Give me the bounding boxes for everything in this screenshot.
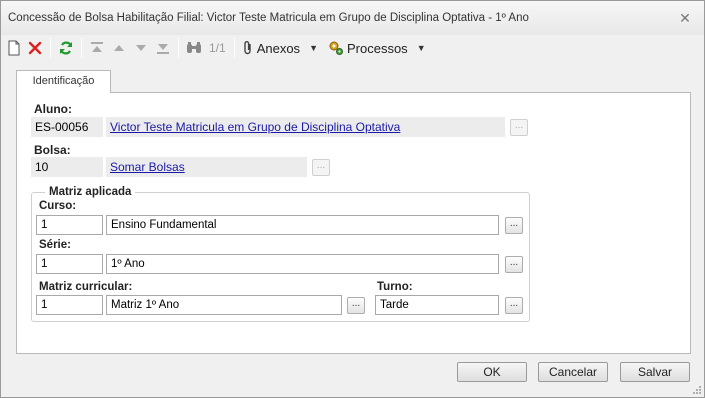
save-button[interactable]: Salvar: [620, 362, 690, 382]
serie-code-input[interactable]: 1: [36, 254, 103, 274]
new-document-icon[interactable]: [4, 36, 24, 60]
turno-lookup-button[interactable]: ...: [505, 297, 523, 314]
bolsa-code-field[interactable]: 10: [31, 157, 103, 177]
bolsa-name-link[interactable]: Somar Bolsas: [106, 157, 307, 177]
close-icon[interactable]: ✕: [676, 9, 694, 27]
paperclip-icon: [243, 41, 251, 55]
bolsa-label: Bolsa:: [34, 143, 71, 157]
turno-input[interactable]: Tarde: [375, 295, 499, 315]
matriz-curricular-label: Matriz curricular:: [39, 281, 133, 293]
toolbar: 1/1 Anexos ▼ Processos ▼: [4, 35, 701, 61]
toolbar-separator: [50, 38, 51, 58]
aluno-lookup-button[interactable]: ...: [510, 119, 528, 136]
matriz-curricular-lookup-button[interactable]: ...: [347, 297, 365, 314]
serie-name-input[interactable]: 1º Ano: [106, 254, 499, 274]
curso-lookup-button[interactable]: ...: [505, 217, 523, 234]
toolbar-separator: [233, 38, 235, 58]
previous-record-icon[interactable]: [108, 36, 130, 60]
toolbar-separator: [81, 38, 82, 58]
last-record-icon[interactable]: [152, 36, 174, 60]
chevron-down-icon: ▼: [309, 43, 318, 53]
curso-code-input[interactable]: 1: [36, 215, 103, 235]
curso-name-input[interactable]: Ensino Fundamental: [106, 215, 499, 235]
serie-lookup-button[interactable]: ...: [505, 256, 523, 273]
next-record-icon[interactable]: [130, 36, 152, 60]
matriz-curricular-code-input[interactable]: 1: [36, 295, 103, 315]
resize-grip-icon[interactable]: [692, 385, 702, 395]
processes-label: Processos: [346, 40, 408, 56]
title-bar: Concessão de Bolsa Habilitação Filial: V…: [1, 1, 704, 35]
ok-button[interactable]: OK: [457, 362, 527, 382]
first-record-icon[interactable]: [86, 36, 108, 60]
cancel-button[interactable]: Cancelar: [538, 362, 608, 382]
chevron-down-icon: ▼: [416, 43, 426, 53]
bolsa-lookup-button[interactable]: ...: [312, 159, 330, 176]
turno-label: Turno:: [377, 281, 413, 293]
serie-label: Série:: [39, 239, 71, 251]
curso-label: Curso:: [39, 200, 77, 212]
tab-identificacao[interactable]: Identificação: [16, 70, 111, 93]
processes-menu[interactable]: Processos ▼: [325, 36, 433, 60]
find-icon[interactable]: [183, 36, 205, 60]
dialog-window: Concessão de Bolsa Habilitação Filial: V…: [0, 0, 705, 398]
gears-icon: [329, 41, 343, 55]
aluno-name-link[interactable]: Victor Teste Matricula em Grupo de Disci…: [106, 117, 505, 137]
toolbar-separator: [178, 38, 179, 58]
record-pager: 1/1: [209, 41, 226, 55]
aluno-label: Aluno:: [34, 102, 72, 116]
delete-icon[interactable]: [24, 36, 46, 60]
matriz-curricular-name-input[interactable]: Matriz 1º Ano: [106, 295, 342, 315]
attachments-label: Anexos: [256, 40, 301, 56]
attachments-menu[interactable]: Anexos ▼: [239, 36, 325, 60]
window-title: Concessão de Bolsa Habilitação Filial: V…: [8, 12, 529, 24]
aluno-code-field[interactable]: ES-00056: [31, 117, 103, 137]
refresh-icon[interactable]: [55, 36, 77, 60]
matriz-group-title: Matriz aplicada: [45, 186, 136, 198]
